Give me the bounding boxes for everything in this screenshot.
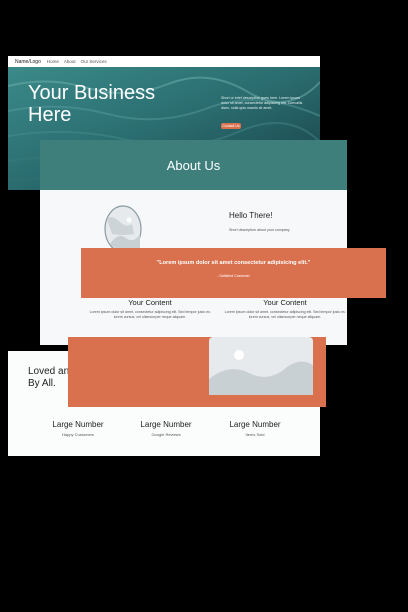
content-column-text-1: Lorem ipsum dolor sit amet, consectetur … <box>89 310 211 319</box>
contact-us-button[interactable]: Contact Us <box>221 123 241 129</box>
hello-description: Short description about your company <box>229 228 290 232</box>
stat-number-1: Large Number <box>52 420 104 429</box>
testimonial-quote: "Lorem ipsum dolor sit amet consectetur … <box>156 260 311 266</box>
about-section-card: About Us Hello There! Short description … <box>40 140 347 345</box>
content-column-text-2: Lorem ipsum dolor sit amet, consectetur … <box>224 310 346 319</box>
stat-label-1: Happy Customers <box>61 432 94 437</box>
content-column-title-1: Your Content <box>128 298 172 307</box>
about-header: About Us <box>40 140 347 190</box>
nav-link-home[interactable]: Home <box>47 59 59 64</box>
orange-image-panel <box>68 337 326 407</box>
stat-number-3: Large Number <box>229 420 281 429</box>
about-title: About Us <box>166 158 221 173</box>
logo-text[interactable]: Name/Logo <box>15 59 41 65</box>
hello-title: Hello There! <box>229 211 273 220</box>
nav-link-about[interactable]: About <box>64 59 76 64</box>
stat-number-2: Large Number <box>140 420 192 429</box>
stat-label-3: Items Sold <box>245 432 265 437</box>
hero-title: Your Business Here <box>28 82 156 126</box>
content-column-title-2: Your Content <box>263 298 307 307</box>
stat-label-2: Google Reviews <box>151 432 181 437</box>
placeholder-landscape-icon <box>209 337 313 395</box>
hero-description: Short or brief description goes here. Lo… <box>221 96 303 110</box>
placeholder-portrait-icon <box>104 205 142 253</box>
testimonial-author: - Satisfied Customer <box>217 274 250 278</box>
testimonial-card: "Lorem ipsum dolor sit amet consectetur … <box>81 248 386 298</box>
nav-link-services[interactable]: Our Services <box>81 59 107 64</box>
top-navbar: Name/Logo Home About Our Services <box>8 56 320 67</box>
